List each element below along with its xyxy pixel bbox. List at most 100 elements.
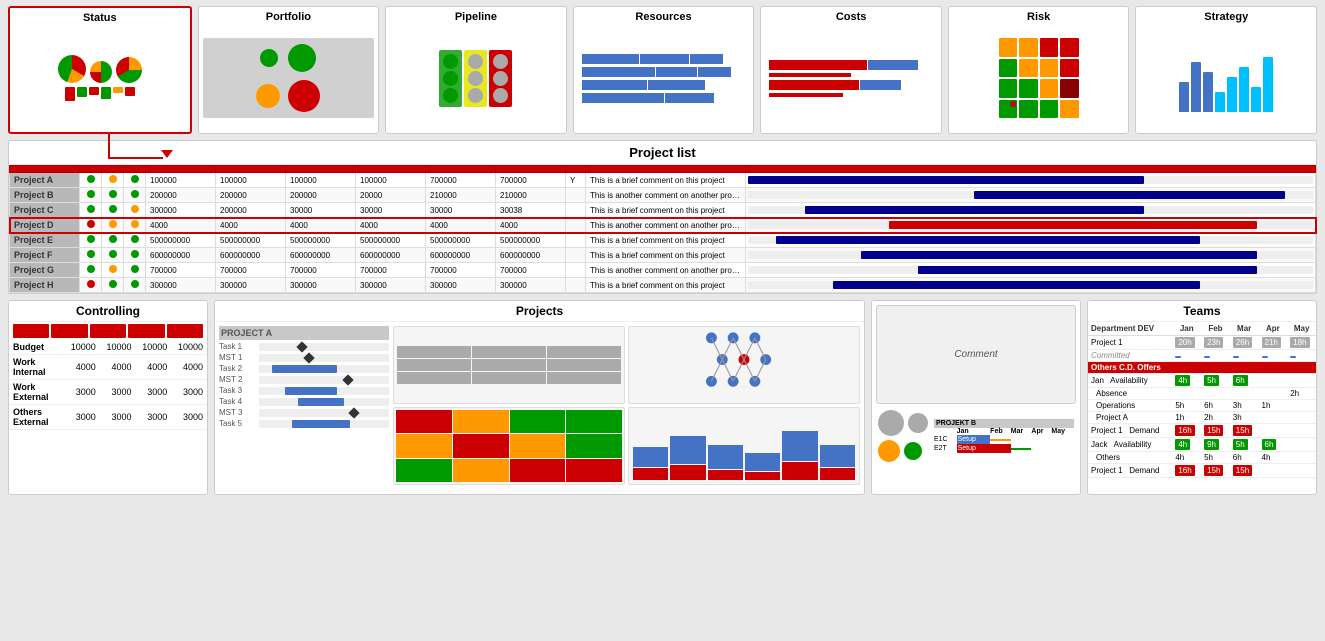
gantt-row-6: MST 3 — [219, 408, 389, 417]
project-row-project-g: Project G7000007000007000007000007000007… — [10, 263, 1316, 278]
status-bar1 — [65, 87, 75, 101]
nav-card-risk[interactable]: Risk — [948, 6, 1130, 134]
risk-cell7 — [1040, 59, 1059, 78]
pb-header-row: Jan Feb Mar Apr May — [934, 428, 1074, 435]
risk-cell14 — [1019, 100, 1038, 119]
teams-ops-m: 3h — [1230, 400, 1259, 412]
gantt-row-5: Task 4 — [219, 397, 389, 406]
status-pie1 — [58, 55, 86, 83]
nav-card-status[interactable]: Status — [8, 6, 192, 134]
teams-th-jan: Jan — [1172, 322, 1201, 336]
proj-comment-4: This is a brief comment on this project — [586, 233, 746, 248]
teams-proj1c-j: 16h — [1172, 464, 1201, 478]
teams-cell3: 26h — [1233, 337, 1252, 348]
teams-committed-label: Committed — [1088, 350, 1172, 362]
proj-name-7: Project H — [10, 278, 80, 293]
pb-th2: Feb — [990, 428, 1011, 435]
costs-bar1 — [769, 60, 867, 70]
ctrl-label-2: Work External — [9, 380, 64, 405]
gantt-row-4: Task 3 — [219, 386, 389, 395]
proj-num-2-4: 30000 — [426, 203, 496, 218]
proj-num-7-4: 300000 — [426, 278, 496, 293]
proj-num-3-3: 4000 — [356, 218, 426, 233]
gantt-track-7 — [259, 420, 389, 428]
ctrl-hbar1 — [13, 324, 49, 338]
gantt-milestone-3 — [342, 374, 353, 385]
teams-cell-c1 — [1175, 356, 1181, 358]
teams-jack-label: Jack Availability — [1088, 438, 1172, 452]
th-n5 — [426, 166, 496, 173]
nav-card-resources-label: Resources — [635, 11, 691, 23]
proj-comment-1: This is another comment on another proje… — [586, 188, 746, 203]
connector-arrow — [161, 150, 173, 158]
ctrl-val-3-3: 3000 — [171, 405, 207, 430]
cb11 — [510, 459, 566, 482]
gantt-track-5 — [259, 398, 389, 406]
teams-proja-m: 3h — [1230, 412, 1259, 424]
teams-proj1c-a — [1259, 464, 1288, 478]
project-row-project-f: Project F6000000006000000006000000006000… — [10, 248, 1316, 263]
proj-dot-0-0 — [80, 173, 102, 188]
teams-absence-label: Absence — [1088, 388, 1172, 400]
gantt-fill-4 — [285, 387, 337, 395]
proj-dot-4-1 — [102, 233, 124, 248]
bc10 — [782, 462, 817, 480]
proj-dot-7-1 — [102, 278, 124, 293]
gantt-track-3 — [259, 376, 389, 384]
teams-proj1c-m: 15h — [1230, 464, 1259, 478]
proj-num-1-3: 20000 — [356, 188, 426, 203]
th-flag — [566, 166, 586, 173]
gantt-rows: Task 1MST 1Task 2MST 2Task 3Task 4MST 3T… — [219, 342, 389, 428]
ctrl-val-3-0: 3000 — [64, 405, 100, 430]
ctrl-val-0-0: 10000 — [64, 340, 100, 355]
proj-flag-5 — [566, 248, 586, 263]
res-bar8 — [648, 80, 705, 90]
teams-title: Teams — [1088, 301, 1316, 322]
teams-abs-m — [1230, 388, 1259, 400]
proj-mini-card2 — [628, 326, 860, 404]
status-bar4 — [101, 87, 111, 99]
proj-num-4-2: 500000000 — [286, 233, 356, 248]
nav-card-pipeline[interactable]: Pipeline — [385, 6, 567, 134]
teams-proj1b-a — [1259, 424, 1288, 438]
proj-num-4-5: 500000000 — [496, 233, 566, 248]
teams-jack4: 6h — [1262, 439, 1277, 450]
project-table: Project A1000001000001000001000007000007… — [9, 165, 1316, 293]
nav-card-resources[interactable]: Resources — [573, 6, 755, 134]
risk-cell1 — [999, 38, 1018, 57]
res-bar5 — [656, 67, 697, 77]
mc1-c1 — [397, 346, 471, 358]
teams-ops-j: 5h — [1172, 400, 1201, 412]
ctrl-label-3: Others External — [9, 405, 64, 430]
strat-bar6 — [1239, 67, 1249, 112]
nav-card-strategy[interactable]: Strategy — [1135, 6, 1317, 134]
gantt-track-6 — [259, 409, 389, 417]
teams-demand1c: 16h — [1175, 465, 1194, 476]
cb4 — [566, 410, 622, 433]
teams-card: Teams Department DEV Jan Feb Mar Apr May — [1087, 300, 1317, 495]
proj-num-4-0: 500000000 — [146, 233, 216, 248]
nav-card-costs[interactable]: Costs — [760, 6, 942, 134]
nav-card-portfolio[interactable]: Portfolio — [198, 6, 380, 134]
proj-mini-card4 — [628, 407, 860, 485]
mc1-c4 — [397, 359, 471, 371]
th-n3 — [286, 166, 356, 173]
proj-comment-3: This is another comment on another proje… — [586, 218, 746, 233]
teams-others-label: Others C.D. Offers — [1088, 362, 1316, 374]
teams-others2-f: 5h — [1201, 452, 1230, 464]
proj-flag-7 — [566, 278, 586, 293]
gantt-row-label-6: MST 3 — [219, 408, 259, 417]
res-bar4 — [582, 67, 656, 77]
mc1-c3 — [547, 346, 621, 358]
risk-cell4 — [1060, 38, 1079, 57]
ctrl-table: Budget10000100001000010000Work Internal4… — [9, 340, 207, 430]
main-content: Project list — [0, 140, 1325, 501]
risk-cell10 — [1019, 79, 1038, 98]
strat-bar8 — [1263, 57, 1273, 112]
teams-row-jack: Jack Availability 4h 9h 5h 6h — [1088, 438, 1316, 452]
costs-bar5 — [860, 80, 901, 90]
bc1 — [633, 447, 668, 467]
pipeline-chart-preview — [390, 27, 562, 129]
pb-row2: E2T Setup — [934, 444, 1074, 453]
bc3 — [670, 436, 705, 464]
